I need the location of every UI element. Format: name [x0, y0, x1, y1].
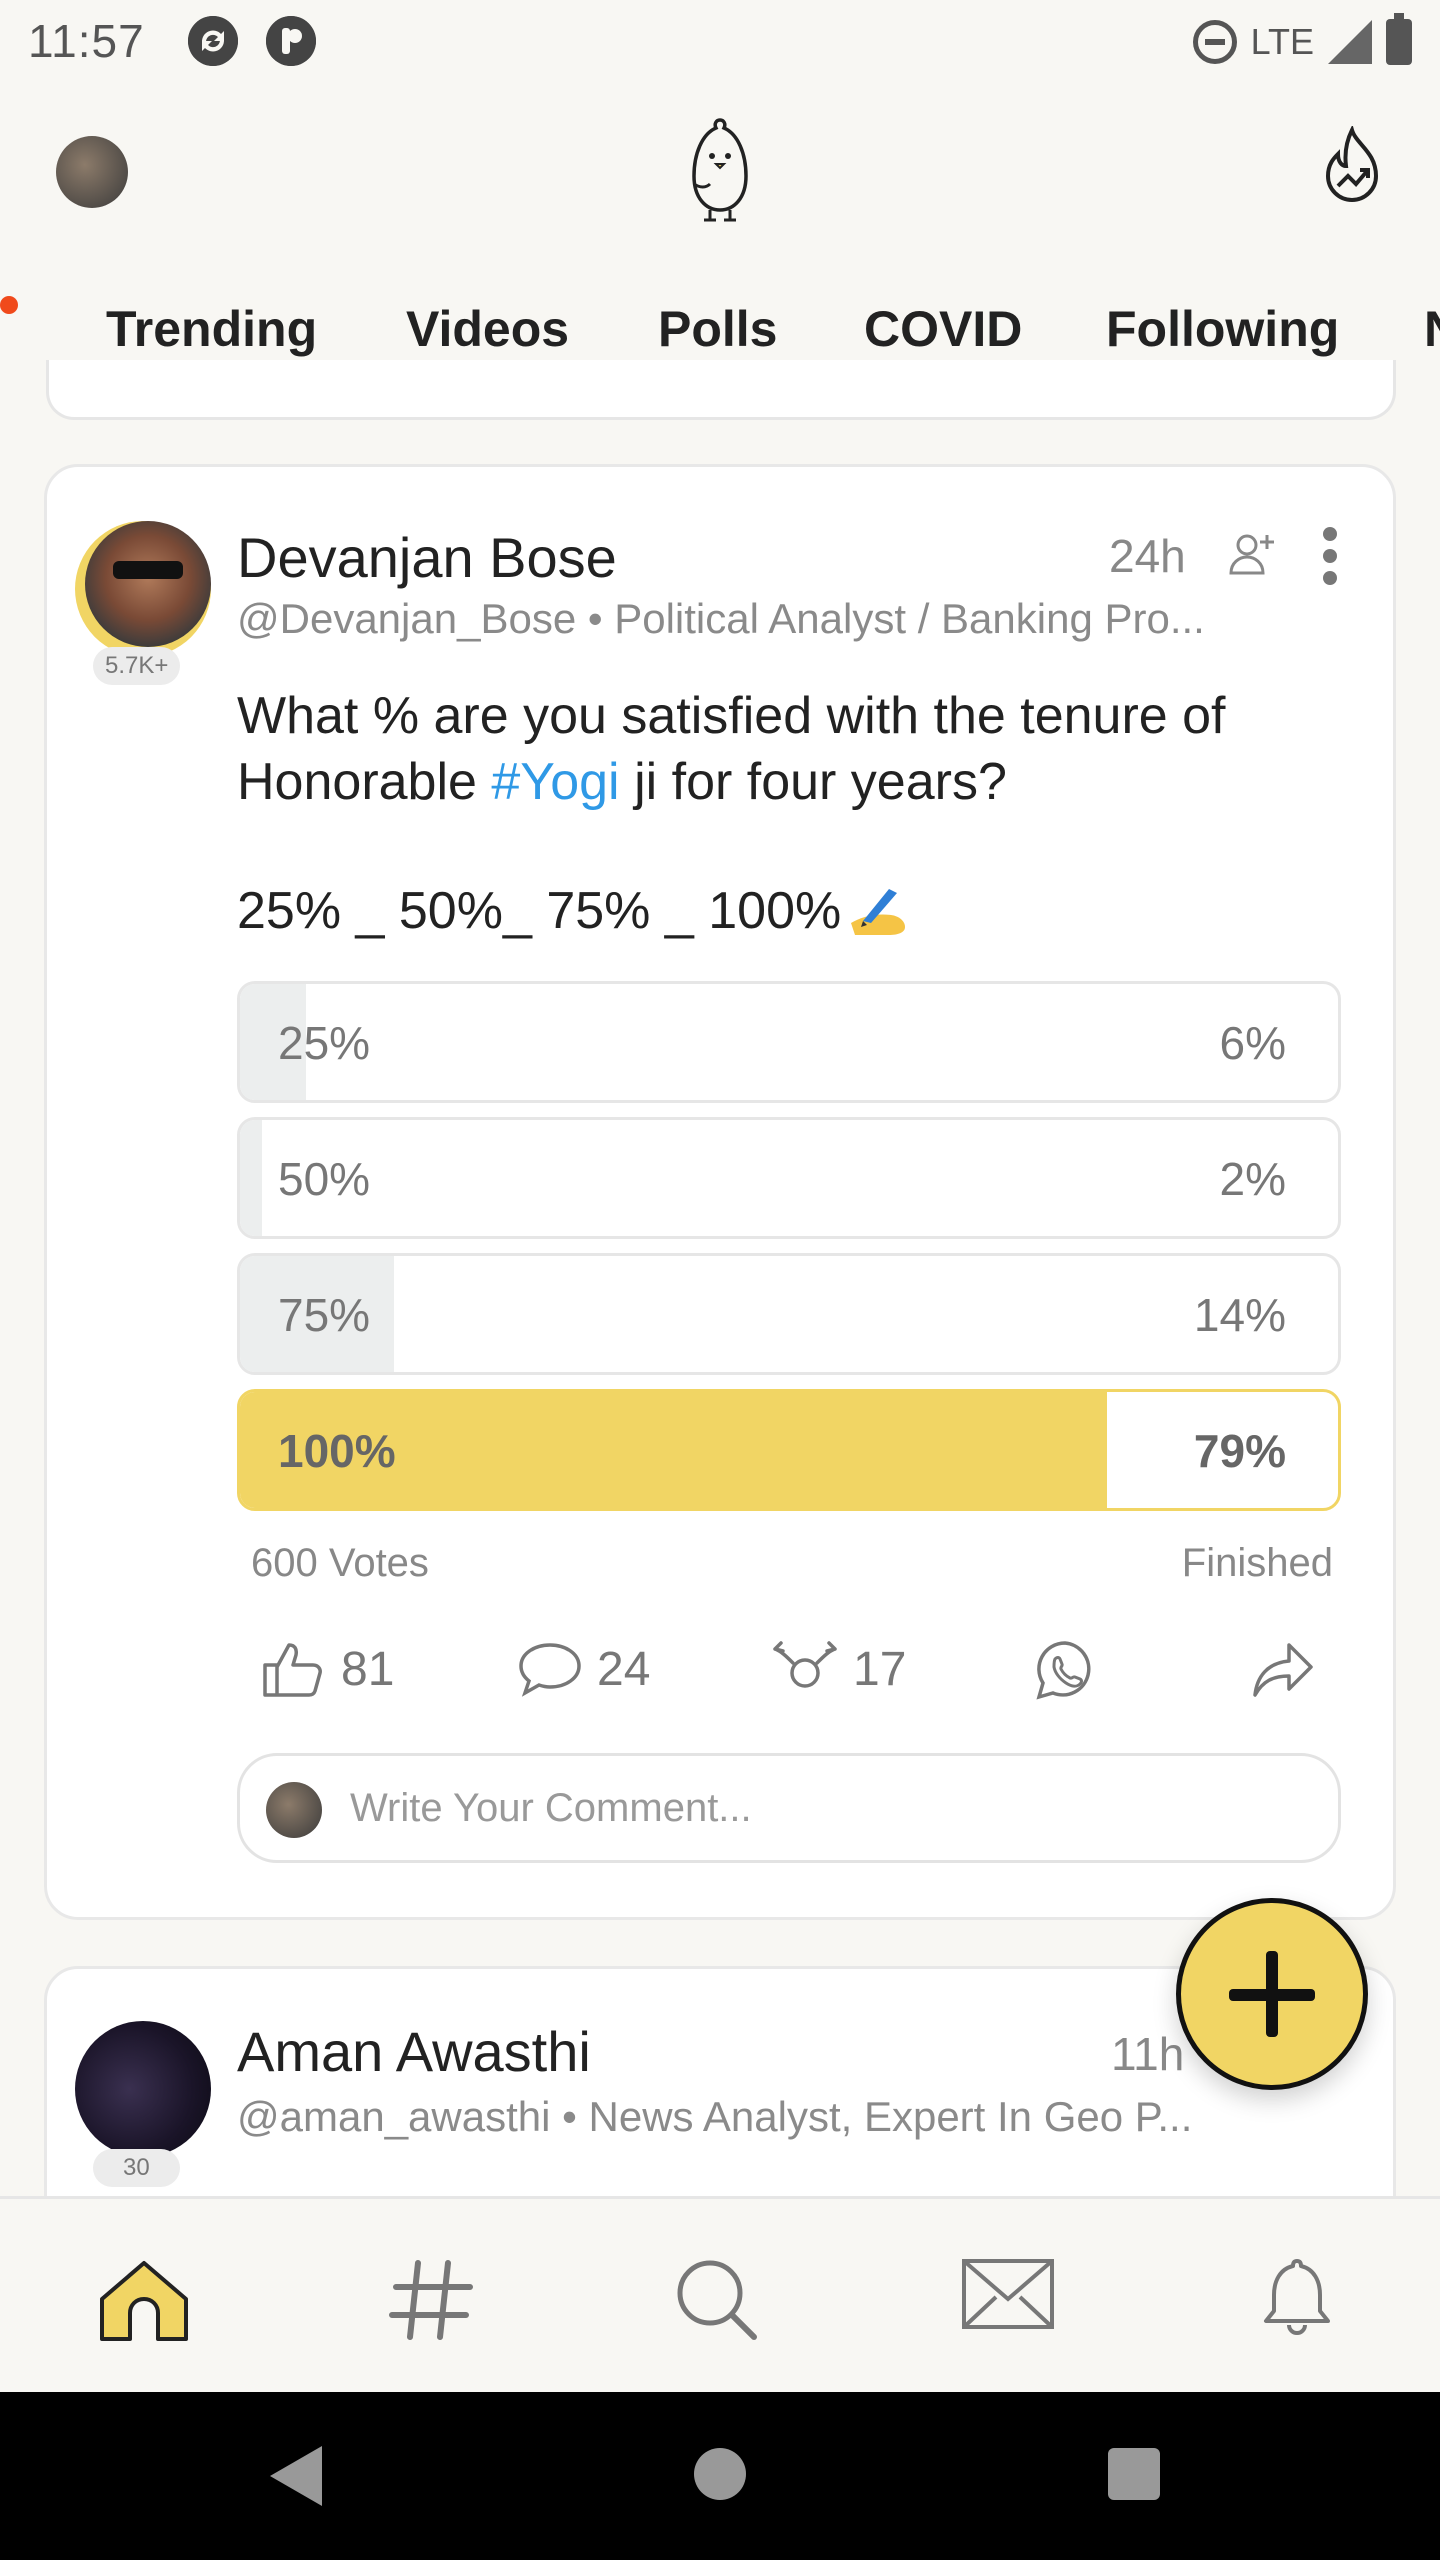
whatsapp-share-button[interactable] [1033, 1639, 1097, 1701]
back-icon[interactable] [270, 2446, 322, 2506]
trending-flame-icon[interactable] [1320, 124, 1384, 215]
more-options-icon[interactable] [1323, 527, 1339, 587]
hashtag-icon[interactable] [386, 2255, 486, 2355]
comment-icon [519, 1643, 581, 1697]
bottom-navigation [0, 2196, 1440, 2392]
signal-icon [1328, 20, 1372, 64]
network-type: LTE [1250, 21, 1314, 62]
mail-icon[interactable] [960, 2255, 1060, 2355]
system-navigation-bar [0, 2392, 1440, 2560]
author-handle: @Devanjan_Bose • Political Analyst / Ban… [237, 595, 1205, 642]
writing-hand-emoji-icon [845, 883, 911, 939]
poll-option[interactable]: 25% 6% [237, 981, 1341, 1103]
next-author-name[interactable]: Aman Awasthi [237, 2019, 591, 2084]
poll-option-percent: 79% [1193, 1425, 1286, 1477]
status-time: 11:57 [28, 15, 145, 67]
next-post-time: 11h [1111, 2028, 1185, 2080]
comment-count: 24 [597, 1642, 651, 1696]
thumbs-up-icon [263, 1643, 322, 1697]
share-button[interactable] [1251, 1639, 1315, 1699]
poll-option-fill [240, 1120, 262, 1236]
next-author-avatar[interactable] [75, 2021, 211, 2157]
comment-box [237, 1753, 1341, 1863]
like-count: 81 [341, 1642, 395, 1696]
post-card: 5.7K+ Devanjan Bose 24h @Devanjan_Bose •… [44, 464, 1396, 1920]
follow-user-icon[interactable] [1227, 529, 1279, 586]
like-button[interactable]: 81 [261, 1639, 394, 1699]
poll-option-label: 25% [278, 1017, 371, 1069]
home-icon[interactable] [94, 2255, 194, 2355]
vote-count: 600 Votes [251, 1541, 429, 1585]
poll-option[interactable]: 50% 2% [237, 1117, 1341, 1239]
app-bar [0, 84, 1440, 260]
next-follower-count-badge: 30 [93, 2149, 180, 2187]
tab-next[interactable]: N [1424, 300, 1440, 358]
notification-dot [0, 296, 18, 314]
profile-avatar[interactable] [56, 136, 128, 208]
search-icon[interactable] [672, 2255, 772, 2355]
poll-option-percent: 14% [1193, 1289, 1286, 1341]
tab-following[interactable]: Following [1106, 300, 1339, 358]
koo-bird-icon[interactable] [680, 114, 760, 229]
post-time: 24h [1109, 530, 1186, 582]
tab-trending[interactable]: Trending [106, 300, 317, 358]
comment-button[interactable]: 24 [517, 1639, 650, 1699]
follower-count-badge: 5.7K+ [93, 647, 181, 685]
tab-covid[interactable]: COVID [864, 300, 1022, 358]
tab-videos[interactable]: Videos [406, 300, 569, 358]
poll-option-percent: 2% [1219, 1153, 1286, 1205]
poll-option-winner[interactable]: 100% 79% [237, 1389, 1341, 1511]
app-bolt-icon [266, 16, 316, 66]
status-bar: 11:57 LTE [0, 0, 1440, 84]
rekoo-count: 17 [853, 1642, 907, 1696]
poll-option[interactable]: 75% 14% [237, 1253, 1341, 1375]
home-circle-icon[interactable] [694, 2448, 746, 2500]
previous-post-card [46, 360, 1396, 420]
bell-icon[interactable] [1262, 2255, 1362, 2355]
whatsapp-icon [1036, 1641, 1091, 1700]
poll-option-percent: 6% [1219, 1017, 1286, 1069]
poll-option-label: 75% [278, 1289, 371, 1341]
share-arrow-icon [1253, 1643, 1313, 1697]
poll-option-label: 100% [278, 1425, 396, 1477]
do-not-disturb-icon [1192, 20, 1237, 64]
avatar-image [85, 521, 211, 647]
poll-question: What % are you satisfied with the tenure… [237, 687, 1226, 811]
author-name[interactable]: Devanjan Bose [237, 525, 617, 590]
options-text: 25% _ 50%_ 75% _ 100% [237, 881, 911, 941]
commenter-avatar [266, 1782, 322, 1838]
poll-option-label: 50% [278, 1153, 371, 1205]
poll-status: Finished [1181, 1541, 1333, 1585]
hashtag-link[interactable]: #Yogi [491, 753, 619, 811]
create-post-button[interactable] [1176, 1898, 1368, 2090]
recents-icon[interactable] [1108, 2448, 1160, 2500]
author-avatar[interactable] [75, 521, 211, 657]
battery-icon [1386, 13, 1412, 65]
app-sync-icon [188, 16, 238, 66]
comment-input[interactable] [350, 1770, 1310, 1846]
rekoo-button[interactable]: 17 [771, 1639, 906, 1699]
next-author-handle: @aman_awasthi • News Analyst, Expert In … [237, 2093, 1193, 2140]
tab-polls[interactable]: Polls [658, 300, 777, 358]
rekoo-icon [773, 1641, 837, 1688]
